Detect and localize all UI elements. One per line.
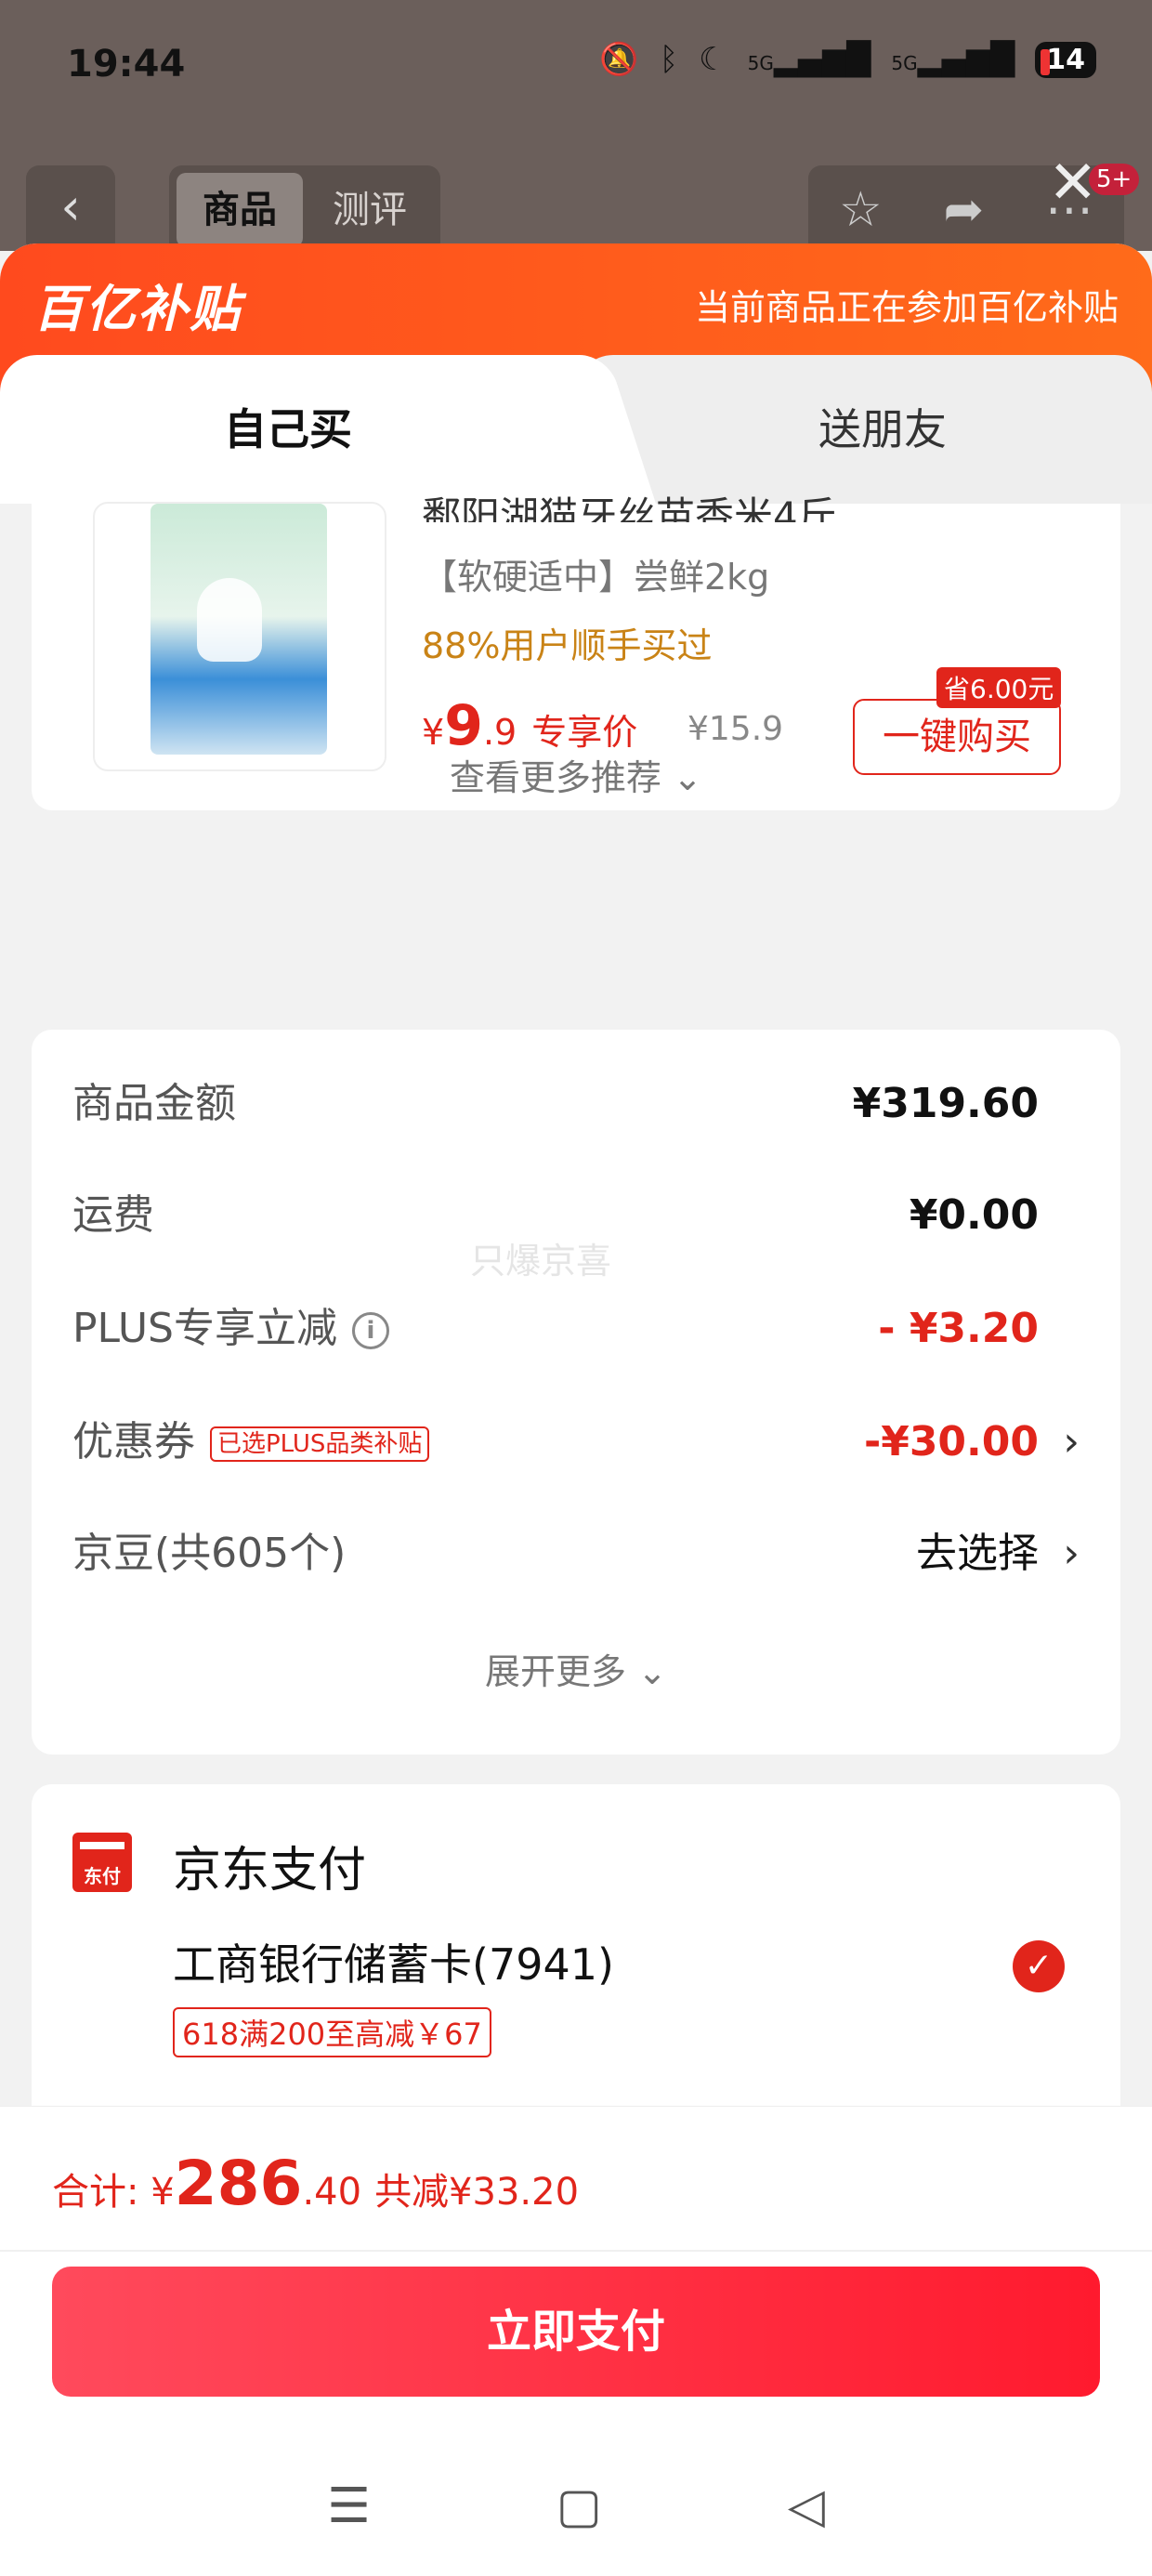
pay-now-button[interactable]: 立即支付	[52, 2267, 1100, 2397]
chevron-down-icon: ⌄	[673, 757, 702, 798]
product-image[interactable]	[93, 502, 386, 771]
bank-promo-tag: 618满200至高减￥67	[173, 2007, 491, 2057]
buy-tabs: 送朋友 自己买	[0, 355, 1152, 504]
tab-gift-friend[interactable]: 送朋友	[576, 355, 1152, 504]
signal-icon: 5G▂▄▆█	[747, 41, 871, 78]
expand-more-link[interactable]: 展开更多 ⌄	[32, 1643, 1120, 1694]
star-icon[interactable]: ☆	[839, 182, 883, 238]
total-discount: 共减¥33.20	[374, 2171, 580, 2214]
price-summary-card: 商品金额 ¥319.60 运费 ¥0.00 只爆京喜 PLUS专享立减 i - ¥…	[32, 1030, 1120, 1755]
bank-card-option[interactable]: 工商银行储蓄卡(7941)	[173, 1931, 614, 1992]
original-price: ¥15.9	[687, 710, 784, 748]
checkout-bar: 合计: ¥286.40 共减¥33.20 立即支付 ☰ ▢ ◁	[0, 2106, 1152, 2576]
battery-icon: 14	[1035, 41, 1096, 78]
payment-method-title: 京东支付	[173, 1843, 367, 1899]
product-title[interactable]: 鄱阳湖猫牙丝苗香米4斤	[422, 485, 837, 522]
share-icon[interactable]: ➦	[944, 182, 985, 238]
back-icon[interactable]: ‹	[26, 165, 115, 255]
status-icons: 🔕 ᛒ ☾ 5G▂▄▆█ 5G▂▄▆█ 14	[599, 41, 1096, 78]
divider	[0, 2250, 1152, 2252]
row-coupon[interactable]: 优惠券 已选PLUS品类补贴 -¥30.00 ›	[72, 1414, 1080, 1470]
rice-bag-image	[151, 504, 327, 755]
total-amount: 合计: ¥286.40 共减¥33.20	[52, 2148, 580, 2219]
banner-text: 当前商品正在参加百亿补贴	[694, 287, 1119, 328]
mute-icon: 🔕	[599, 41, 639, 78]
chevron-right-icon: ›	[1063, 1530, 1080, 1577]
row-goods-amount: 商品金额 ¥319.60	[72, 1080, 1039, 1127]
product-spec: 【软硬适中】尝鲜2kg	[422, 557, 770, 598]
row-jingdou[interactable]: 京豆(共605个) 去选择 ›	[72, 1526, 1080, 1582]
back-triangle-icon[interactable]: ◁	[788, 2478, 825, 2534]
system-nav-bar: ☰ ▢ ◁	[0, 2460, 1152, 2553]
tab-buy-self[interactable]: 自己买	[0, 355, 576, 504]
menu-icon[interactable]: ☰	[327, 2478, 371, 2534]
moon-icon: ☾	[699, 41, 727, 78]
recommend-card: 鄱阳湖猫牙丝苗香米4斤 【软硬适中】尝鲜2kg 88%用户顺手买过 ¥9.9 专享…	[32, 493, 1120, 810]
more-recommend-link[interactable]: 查看更多推荐 ⌄	[32, 749, 1120, 800]
status-bar: 19:44 🔕 ᛒ ☾ 5G▂▄▆█ 5G▂▄▆█ 14	[0, 0, 1152, 130]
watermark: 只爆京喜	[470, 1241, 612, 1281]
coupon-tag: 已选PLUS品类补贴	[210, 1426, 430, 1462]
nav-tabs: 商品 测评	[169, 165, 440, 255]
signal-icon-2: 5G▂▄▆█	[891, 41, 1015, 78]
subsidy-logo: 百亿补贴	[33, 280, 242, 338]
tab-review[interactable]: 测评	[307, 173, 433, 247]
product-promo: 88%用户顺手买过	[422, 625, 713, 666]
jd-pay-icon: 东付	[72, 1833, 132, 1892]
status-time: 19:44	[67, 43, 186, 85]
message-badge: 5+	[1089, 164, 1140, 195]
row-plus-discount: PLUS专享立减 i - ¥3.20	[72, 1305, 1039, 1352]
info-icon[interactable]: i	[352, 1312, 389, 1349]
chevron-right-icon: ›	[1063, 1418, 1080, 1465]
chevron-down-icon: ⌄	[637, 1651, 667, 1692]
tab-goods[interactable]: 商品	[177, 173, 303, 247]
selected-check-icon[interactable]: ✓	[1013, 1940, 1065, 1992]
home-icon[interactable]: ▢	[556, 2478, 602, 2534]
save-tag: 省6.00元	[936, 667, 1062, 708]
bluetooth-icon: ᛒ	[659, 41, 679, 78]
